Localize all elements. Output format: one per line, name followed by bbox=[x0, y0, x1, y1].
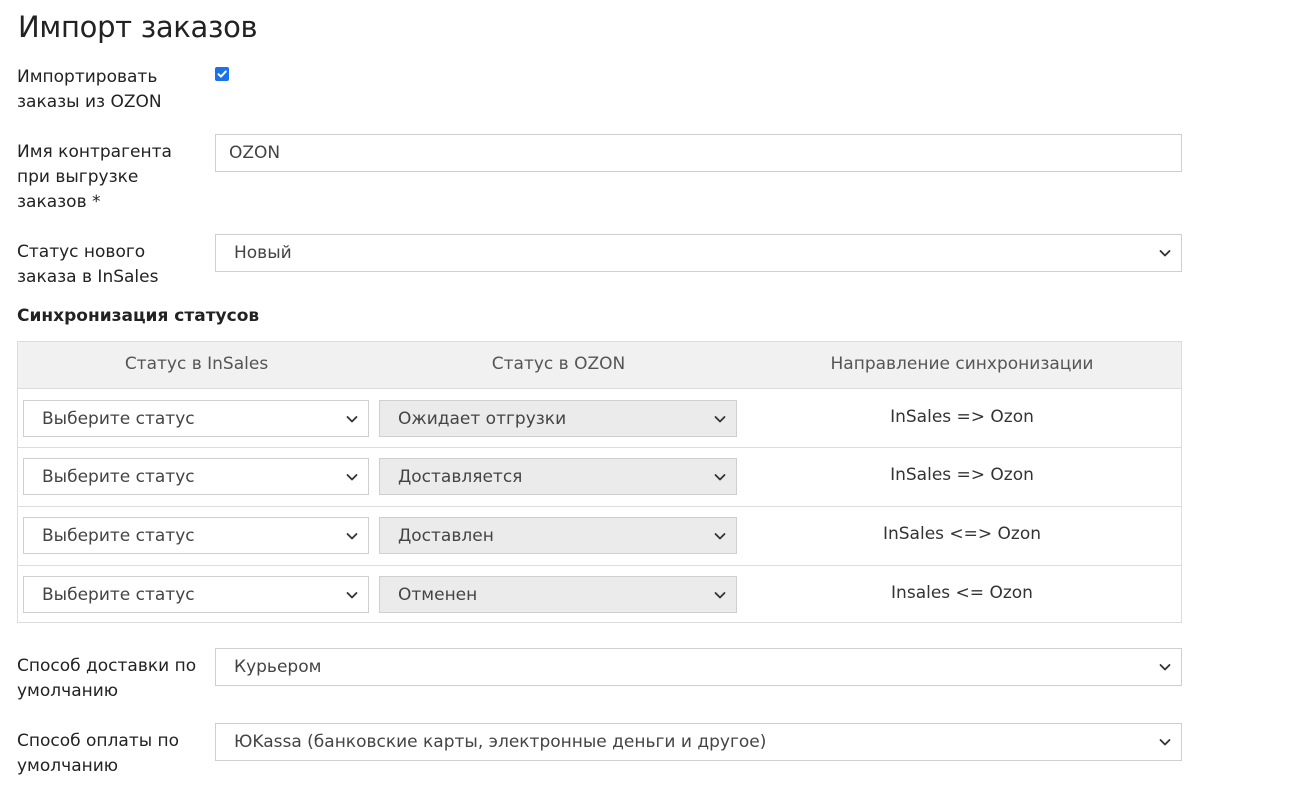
table-row: Выберите статус Доставлен InSales <=> Oz… bbox=[18, 507, 1181, 566]
insales-status-value: Выберите статус bbox=[42, 525, 195, 546]
table-header: Статус в InSales Статус в OZON Направлен… bbox=[18, 342, 1181, 389]
sync-direction: Insales <= Ozon bbox=[891, 583, 1033, 603]
payment-label: Способ оплаты по умолчанию bbox=[17, 731, 180, 776]
table-row: Выберите статус Отменен Insales <= Ozon bbox=[18, 566, 1181, 622]
chevron-down-icon bbox=[1159, 739, 1171, 746]
ozon-status-value: Доставлен bbox=[398, 525, 494, 546]
insales-status-value: Выберите статус bbox=[42, 408, 195, 429]
insales-status-select[interactable]: Выберите статус bbox=[23, 400, 369, 437]
insales-status-select[interactable]: Выберите статус bbox=[23, 458, 369, 495]
chevron-down-icon bbox=[714, 473, 726, 480]
counterparty-input[interactable]: OZON bbox=[215, 134, 1182, 172]
chevron-down-icon bbox=[346, 591, 358, 598]
chevron-down-icon bbox=[714, 415, 726, 422]
chevron-down-icon bbox=[346, 473, 358, 480]
sync-direction: InSales <=> Ozon bbox=[882, 524, 1042, 544]
ozon-status-select[interactable]: Доставляется bbox=[379, 458, 737, 495]
page-title: Импорт заказов bbox=[18, 10, 258, 44]
delivery-label: Способ доставки по умолчанию bbox=[17, 656, 197, 701]
ozon-status-value: Ожидает отгрузки bbox=[398, 408, 567, 429]
ozon-status-select[interactable]: Ожидает отгрузки bbox=[379, 400, 737, 437]
sync-direction: InSales => Ozon bbox=[890, 407, 1034, 427]
chevron-down-icon bbox=[714, 591, 726, 598]
ozon-status-select[interactable]: Отменен bbox=[379, 576, 737, 613]
payment-select[interactable]: ЮKassa (банковские карты, электронные де… bbox=[215, 723, 1182, 761]
table-row: Выберите статус Ожидает отгрузки InSales… bbox=[18, 389, 1181, 448]
chevron-down-icon bbox=[346, 532, 358, 539]
new-order-status-label: Статус нового заказа в InSales bbox=[17, 242, 159, 287]
checkmark-icon bbox=[217, 70, 227, 78]
insales-status-value: Выберите статус bbox=[42, 466, 195, 487]
counterparty-value: OZON bbox=[229, 143, 281, 163]
new-order-status-value: Новый bbox=[234, 243, 292, 263]
status-sync-title: Синхронизация статусов bbox=[17, 306, 260, 326]
payment-value: ЮKassa (банковские карты, электронные де… bbox=[234, 732, 767, 752]
insales-status-select[interactable]: Выберите статус bbox=[23, 517, 369, 554]
new-order-status-select[interactable]: Новый bbox=[215, 234, 1182, 272]
chevron-down-icon bbox=[346, 415, 358, 422]
chevron-down-icon bbox=[1159, 250, 1171, 257]
chevron-down-icon bbox=[1159, 664, 1171, 671]
column-header-insales: Статус в InSales bbox=[124, 354, 269, 374]
ozon-status-select[interactable]: Доставлен bbox=[379, 517, 737, 554]
table-row: Выберите статус Доставляется InSales => … bbox=[18, 448, 1181, 507]
sync-direction: InSales => Ozon bbox=[890, 465, 1034, 485]
ozon-status-value: Доставляется bbox=[398, 466, 523, 487]
ozon-status-value: Отменен bbox=[398, 584, 478, 605]
status-sync-table: Статус в InSales Статус в OZON Направлен… bbox=[17, 341, 1182, 623]
import-orders-checkbox[interactable] bbox=[215, 67, 229, 81]
delivery-value: Курьером bbox=[234, 657, 322, 677]
insales-status-select[interactable]: Выберите статус bbox=[23, 576, 369, 613]
column-header-direction: Направление синхронизации bbox=[830, 354, 1094, 374]
import-orders-label: Импортировать заказы из OZON bbox=[17, 67, 162, 112]
delivery-select[interactable]: Курьером bbox=[215, 648, 1182, 686]
chevron-down-icon bbox=[714, 532, 726, 539]
column-header-ozon: Статус в OZON bbox=[491, 354, 626, 374]
counterparty-label: Имя контрагента при выгрузке заказов * bbox=[17, 142, 172, 212]
insales-status-value: Выберите статус bbox=[42, 584, 195, 605]
